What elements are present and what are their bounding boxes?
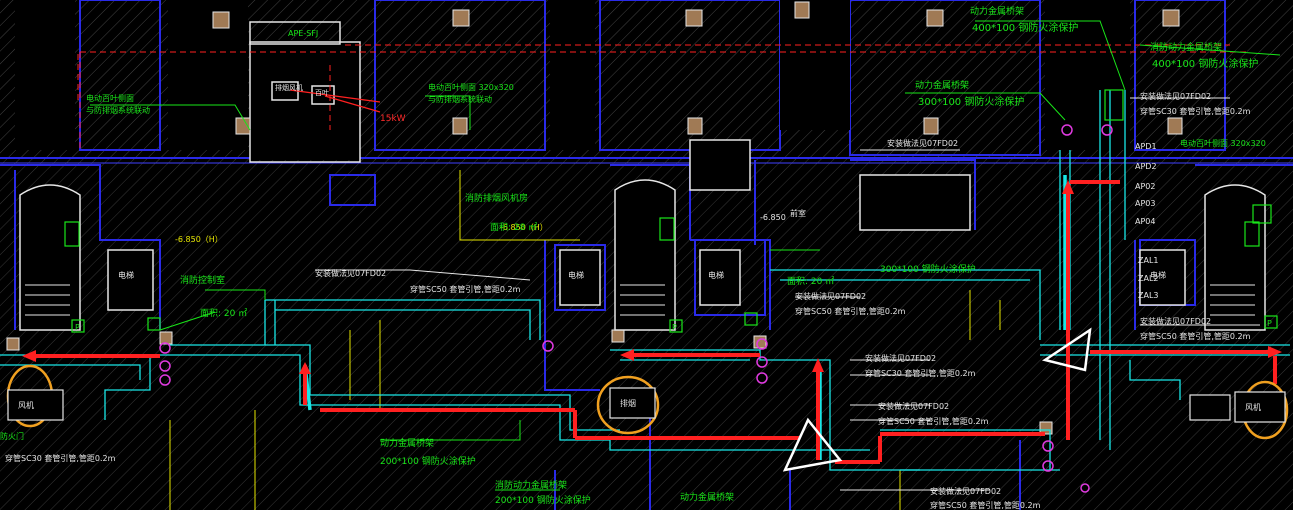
panel-zal3: ZAL3 — [1138, 291, 1159, 300]
left-bottom-note-1: 防火门 — [0, 432, 24, 441]
grille-note-2: 与防排烟系统联动 — [428, 95, 492, 104]
install-note-9: 穿管SC30 套管引管,管距0.2m — [865, 369, 976, 378]
left-bottom-note-2: 穿管SC30 套管引管,管距0.2m — [5, 454, 116, 463]
left-note-1: 电动百叶侧面 — [86, 94, 134, 103]
cad-viewport: { "colors": { "background": "#000000", "… — [0, 0, 1293, 510]
louver-label: 百叶 — [315, 89, 329, 97]
lift-label-1: 电梯 — [118, 271, 134, 280]
install-note-3: 穿管SC30 套管引管,管距0.2m — [1140, 107, 1251, 116]
power-tray-label-bottom: 动力金属桥架 — [380, 439, 435, 449]
install-note-4: 安装做法见07FD02 — [315, 269, 387, 278]
panel-zal1: ZAL1 — [1138, 256, 1159, 265]
fire-tray-label-bottom: 消防动力金属桥架 — [495, 481, 568, 491]
fan-label: 排烟风机 — [275, 84, 303, 92]
fire-room-label-2: 消防控制室 — [180, 276, 226, 286]
elevation-3: -6.850 — [760, 213, 786, 222]
ape-box-label: APE-SFJ — [288, 29, 319, 38]
install-note-13: 穿管SC50 套管引管,管距0.2m — [1140, 332, 1251, 341]
install-note-6: 安装做法见07FD02 — [795, 292, 867, 301]
install-note-5: 穿管SC50 套管引管,管距0.2m — [410, 285, 521, 294]
floor-plan-drawing — [0, 0, 1293, 510]
install-note-8: 安装做法见07FD02 — [865, 354, 937, 363]
fire-tray-size-bottom: 200*100 钢防火涂保护 — [495, 496, 591, 506]
power-tray-label-bottom-2: 动力金属桥架 — [680, 493, 735, 503]
tray-size-label-mid: 300*100 钢防火涂保护 — [918, 97, 1025, 108]
lift-label-4: 电梯 — [1150, 271, 1166, 280]
fire-tray-label-right: 消防动力金属桥架 — [1150, 43, 1223, 53]
fire-room-label: 消防排烟风机房 — [465, 194, 529, 204]
tray-size-label-bottom: 200*100 钢防火涂保护 — [380, 457, 476, 467]
grille-note-right: 电动百叶侧面 320x320 — [1180, 139, 1266, 148]
panel-room-label-3: 风机 — [1245, 403, 1261, 412]
panel-ap04: AP04 — [1135, 217, 1156, 226]
left-note-2: 与防排烟系统联动 — [86, 106, 150, 115]
panel-ap02: AP02 — [1135, 182, 1156, 191]
area-label-3: 面积: 20 ㎡ — [787, 277, 835, 287]
lift-label-2: 电梯 — [568, 271, 584, 280]
install-note-12: 安装做法见07FD02 — [1140, 317, 1212, 326]
install-note-10: 安装做法见07FD02 — [878, 402, 950, 411]
tray-size-right-mid: 300*100 钢防火涂保护 — [880, 265, 976, 275]
install-note-11: 穿管SC50 套管引管,管距0.2m — [878, 417, 989, 426]
fire-tray-size-right: 400*100 钢防火涂保护 — [1152, 59, 1259, 70]
panel-apd2: APD2 — [1135, 162, 1157, 171]
panel-room-label-2: 排烟 — [620, 399, 636, 408]
panel-room-label-1: 风机 — [18, 401, 34, 410]
area-label-2: 面积: 20 ㎡ — [200, 309, 248, 319]
device-p-1: P — [75, 323, 80, 332]
front-room-label: 前室 — [790, 209, 806, 218]
panel-ap03: AP03 — [1135, 199, 1156, 208]
device-p-2: P — [672, 323, 677, 332]
tray-size-label-top: 400*100 钢防火涂保护 — [972, 23, 1079, 34]
power-tray-label-mid: 动力金属桥架 — [915, 81, 970, 91]
install-note-7: 穿管SC50 套管引管,管距0.2m — [795, 307, 906, 316]
elevation-1: -6.850（H） — [175, 235, 223, 244]
power-rating-label: 15kW — [380, 114, 406, 124]
area-label-1: 面积: 28 ㎡ — [490, 223, 538, 233]
panel-apd1: APD1 — [1135, 142, 1157, 151]
install-note-1: 安装做法见07FD02 — [887, 139, 959, 148]
install-note-2: 安装做法见07FD02 — [1140, 92, 1212, 101]
grille-note-1: 电动百叶侧面 320x320 — [428, 83, 514, 92]
device-p-3: P — [1267, 319, 1272, 328]
install-note-15: 穿管SC50 套管引管,管距0.2m — [930, 501, 1041, 510]
lift-label-3: 电梯 — [708, 271, 724, 280]
power-tray-label-top: 动力金属桥架 — [970, 7, 1025, 17]
install-note-14: 安装做法见07FD02 — [930, 487, 1002, 496]
